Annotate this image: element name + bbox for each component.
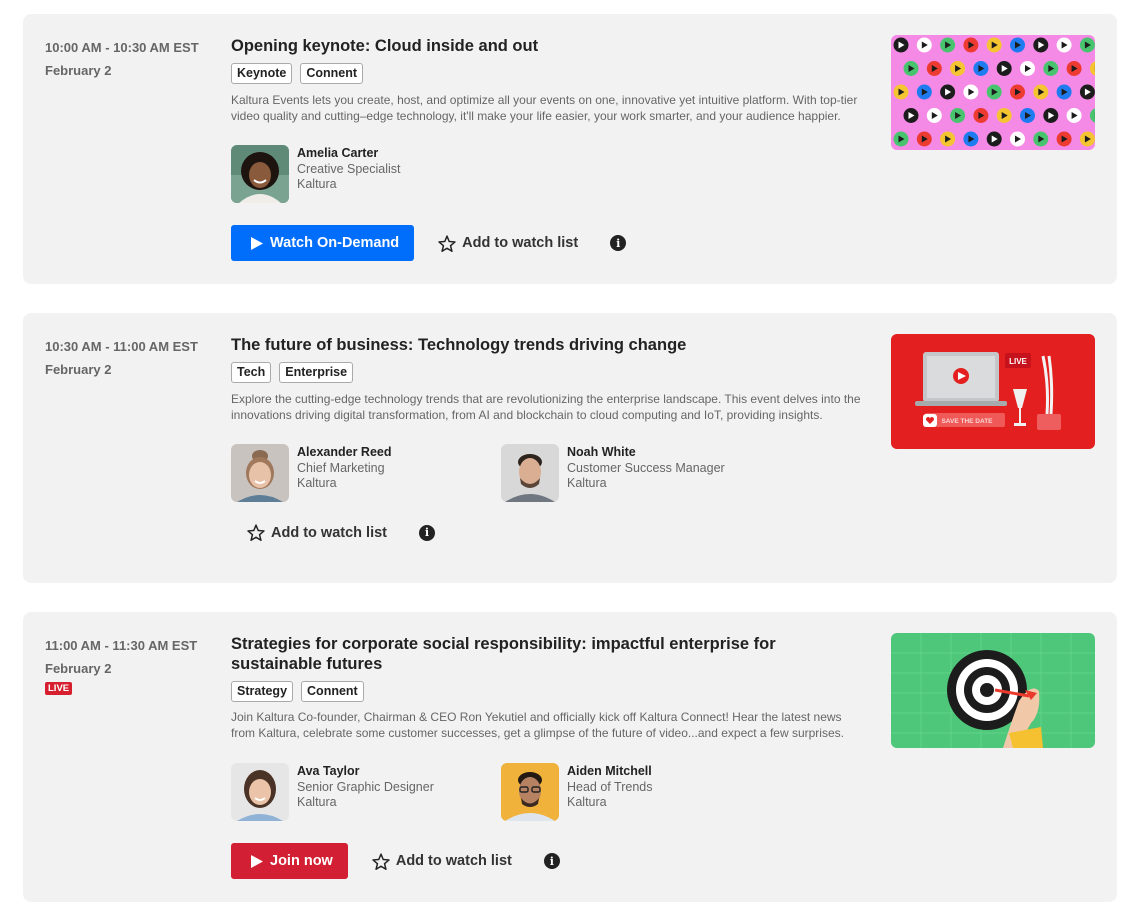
- speaker-name: Aiden Mitchell: [567, 764, 652, 778]
- speaker-avatar: [501, 763, 559, 821]
- info-icon[interactable]: i: [610, 235, 627, 251]
- speaker[interactable]: Aiden Mitchell Head of Trends Kaltura: [501, 763, 652, 821]
- session-date: February 2: [45, 362, 112, 377]
- star-icon: [372, 852, 390, 870]
- speaker-company: Kaltura: [567, 795, 607, 809]
- add-to-watch-list-label: Add to watch list: [395, 853, 512, 869]
- session-time: 10:00 AM - 10:30 AM EST: [45, 40, 199, 55]
- session-date: February 2: [45, 661, 112, 676]
- session-actions: Join now Add to watch list i: [231, 843, 560, 879]
- add-to-watch-list-label: Add to watch list: [271, 524, 387, 541]
- session-time: 11:00 AM - 11:30 AM EST: [45, 638, 198, 653]
- session-thumbnail[interactable]: [891, 35, 1095, 150]
- speaker-role: Chief Marketing: [297, 460, 385, 475]
- speaker-role: Senior Graphic Designer: [297, 779, 434, 794]
- session-time: 10:30 AM - 11:00 AM EST: [45, 339, 198, 354]
- session-description: Explore the cutting-edge technology tren…: [231, 392, 861, 422]
- session-description: Join Kaltura Co-founder, Chairman & CEO …: [231, 710, 844, 740]
- play-icon: [251, 236, 263, 250]
- tag[interactable]: Tech: [231, 362, 272, 383]
- session-card: 10:30 AM - 11:00 AM EST February 2 The f…: [23, 313, 1117, 583]
- session-title[interactable]: Strategies for corporate social responsi…: [231, 634, 851, 674]
- tag[interactable]: Enterprise: [279, 362, 354, 383]
- session-tags: Keynote Connent: [231, 63, 364, 84]
- info-icon[interactable]: i: [543, 853, 560, 869]
- session-tags: Strategy Connent: [231, 681, 364, 702]
- speaker-avatar: [231, 444, 289, 502]
- session-card: 10:00 AM - 10:30 AM EST February 2 Openi…: [23, 14, 1117, 284]
- tag[interactable]: Connent: [301, 681, 364, 702]
- play-icon: [251, 854, 263, 868]
- add-to-watch-list-label: Add to watch list: [462, 235, 579, 251]
- speaker[interactable]: Amelia Carter Creative Specialist Kaltur…: [231, 145, 401, 203]
- watch-on-demand-label: Watch On-Demand: [270, 235, 400, 251]
- speaker[interactable]: Alexander Reed Chief Marketing Kaltura: [231, 444, 391, 502]
- watch-on-demand-button[interactable]: Watch On-Demand: [231, 225, 415, 261]
- speaker-name: Alexander Reed: [297, 445, 392, 459]
- speaker-name: Ava Taylor: [297, 764, 360, 778]
- speaker-avatar: [231, 763, 289, 821]
- session-thumbnail[interactable]: LIVE SAVE THE DATE: [891, 334, 1095, 449]
- session-title[interactable]: The future of business: Technology trend…: [231, 335, 851, 355]
- speaker-company: Kaltura: [297, 476, 337, 490]
- speaker-avatar: [501, 444, 559, 502]
- session-date: February 2: [45, 63, 112, 78]
- session-thumbnail[interactable]: [891, 633, 1095, 748]
- star-icon: [247, 524, 265, 541]
- speaker-company: Kaltura: [567, 476, 607, 490]
- session-actions: Add to watch list i: [247, 524, 435, 541]
- speaker-role: Customer Success Manager: [567, 460, 725, 475]
- tag[interactable]: Keynote: [231, 63, 293, 84]
- add-to-watch-list-button[interactable]: Add to watch list: [372, 852, 512, 870]
- tag[interactable]: Connent: [300, 63, 364, 84]
- speaker-name: Amelia Carter: [297, 146, 379, 160]
- speaker[interactable]: Noah White Customer Success Manager Kalt…: [501, 444, 725, 502]
- add-to-watch-list-button[interactable]: Add to watch list: [247, 524, 387, 541]
- session-actions: Watch On-Demand Add to watch list i: [231, 225, 627, 261]
- session-card: 11:00 AM - 11:30 AM EST February 2 LIVE …: [23, 612, 1117, 902]
- thumb-live-text: LIVE: [1009, 357, 1027, 366]
- speaker-role: Creative Specialist: [297, 161, 401, 176]
- speaker[interactable]: Ava Taylor Senior Graphic Designer Kaltu…: [231, 763, 434, 821]
- speaker-avatar: [231, 145, 289, 203]
- speaker-company: Kaltura: [297, 795, 337, 809]
- info-icon[interactable]: i: [419, 524, 435, 541]
- session-description: Kaltura Events lets you create, host, an…: [231, 93, 858, 123]
- speaker-company: Kaltura: [297, 177, 337, 191]
- live-badge: LIVE: [45, 682, 73, 695]
- session-title[interactable]: Opening keynote: Cloud inside and out: [231, 36, 851, 56]
- star-icon: [438, 234, 456, 252]
- add-to-watch-list-button[interactable]: Add to watch list: [438, 234, 579, 252]
- speaker-name: Noah White: [567, 445, 636, 459]
- tag[interactable]: Strategy: [231, 681, 294, 702]
- session-tags: Tech Enterprise: [231, 362, 354, 383]
- speaker-role: Head of Trends: [567, 779, 653, 794]
- join-now-label: Join now: [270, 853, 333, 869]
- thumb-save-the-date-text: SAVE THE DATE: [941, 418, 993, 425]
- join-now-button[interactable]: Join now: [231, 843, 348, 879]
